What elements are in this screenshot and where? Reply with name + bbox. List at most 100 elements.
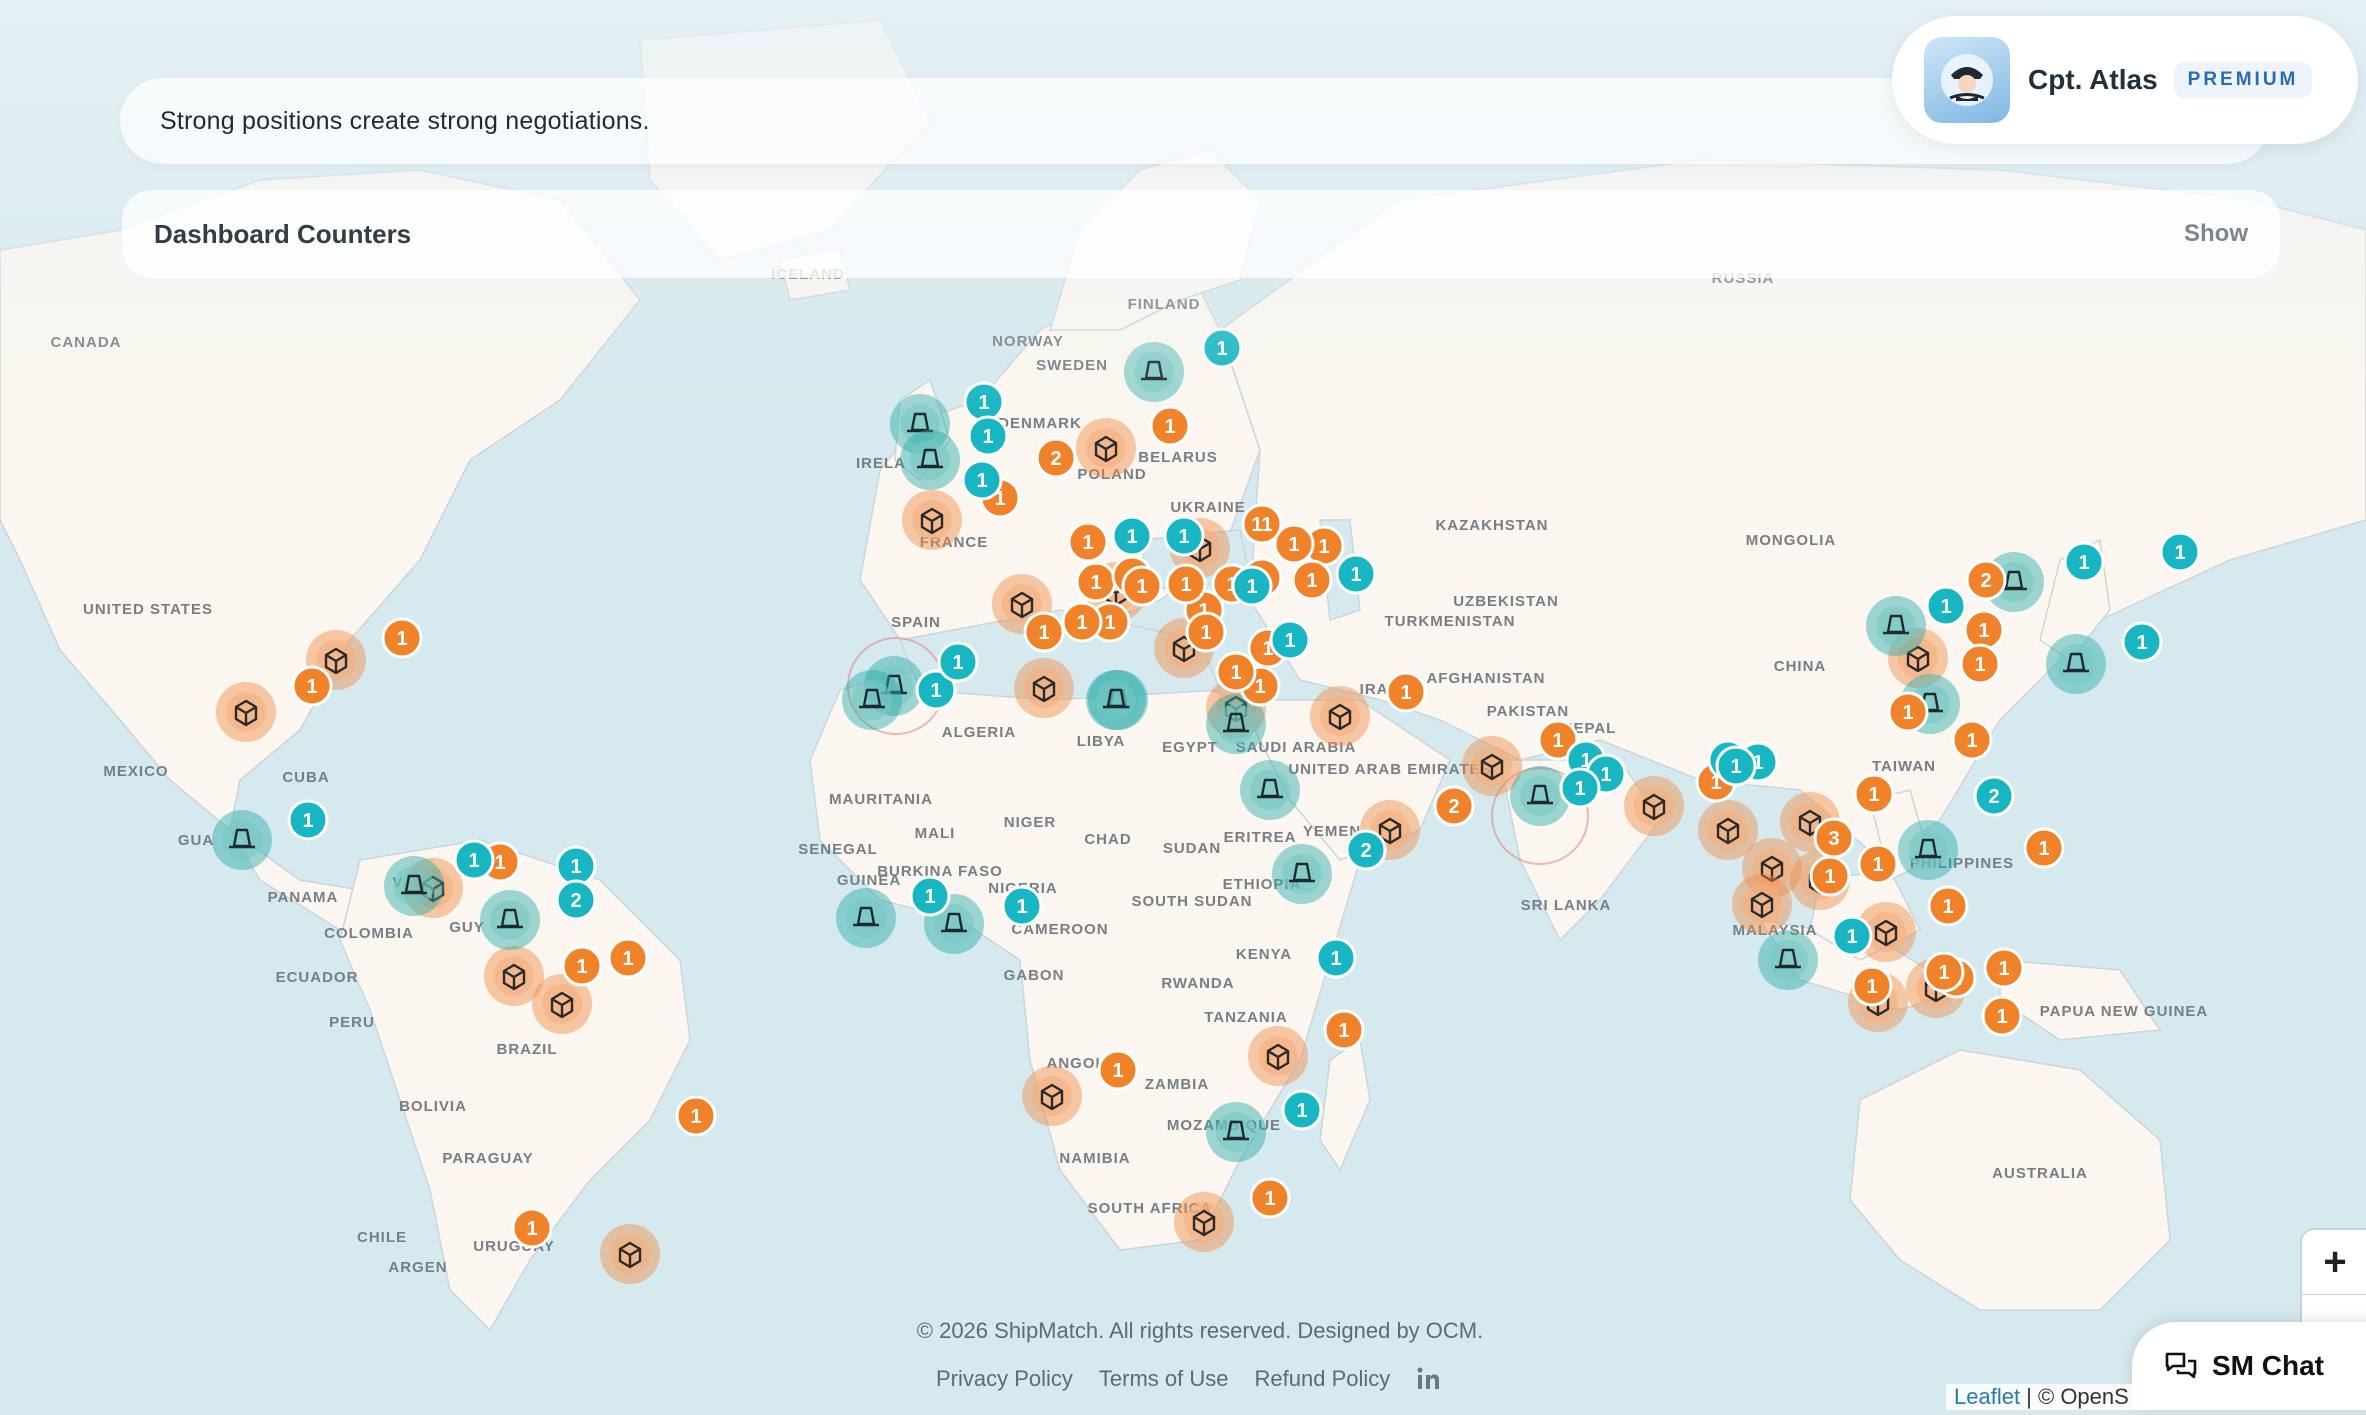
cargo-count-badge[interactable]: 1 (1249, 1177, 1291, 1219)
vessel-count-badge[interactable]: 1 (287, 799, 329, 841)
cargo-cluster-marker[interactable] (902, 490, 962, 550)
vessel-cluster-marker[interactable] (1086, 670, 1146, 730)
vessel-cluster-marker[interactable] (1240, 760, 1300, 820)
cargo-count-badge[interactable]: 1 (1851, 965, 1893, 1007)
vessel-count-badge[interactable]: 1 (1315, 937, 1357, 979)
vessel-count-badge[interactable]: 1 (1231, 565, 1273, 607)
sm-chat-button[interactable]: SM Chat (2132, 1322, 2366, 1410)
vessel-count-badge[interactable]: 1 (909, 875, 951, 917)
cargo-count-badge[interactable]: 1 (1887, 691, 1929, 733)
cargo-count-badge[interactable]: 1 (1215, 651, 1257, 693)
vessel-count-badge[interactable]: 1 (1925, 585, 1967, 627)
vessel-cluster-marker[interactable] (1510, 766, 1570, 826)
vessel-cluster-marker[interactable] (212, 810, 272, 870)
cargo-cluster-marker[interactable] (216, 682, 276, 742)
refund-policy-link[interactable]: Refund Policy (1255, 1366, 1391, 1392)
cargo-cluster-marker[interactable] (1248, 1026, 1308, 1086)
zoom-in-button[interactable]: + (2302, 1230, 2366, 1295)
vessel-count-badge[interactable]: 1 (937, 641, 979, 683)
vessel-count-badge[interactable]: 1 (1001, 885, 1043, 927)
vessel-cluster-marker[interactable] (1758, 930, 1818, 990)
vessel-count-badge[interactable]: 1 (1201, 327, 1243, 369)
vessel-count-badge[interactable]: 1 (1715, 745, 1757, 787)
cargo-count-badge[interactable]: 1 (1067, 521, 1109, 563)
cargo-count-badge[interactable]: 1 (1857, 843, 1899, 885)
vessel-cluster-marker[interactable] (842, 670, 902, 730)
cargo-count-badge[interactable]: 1 (1185, 611, 1227, 653)
vessel-cluster-marker[interactable] (1898, 820, 1958, 880)
cargo-count-badge[interactable]: 1 (381, 617, 423, 659)
vessel-count-badge[interactable]: 1 (2121, 621, 2163, 663)
vessel-count-badge[interactable]: 1 (1335, 553, 1377, 595)
user-profile-pill[interactable]: Cpt. Atlas PREMIUM (1892, 16, 2358, 144)
cargo-count-badge[interactable]: 1 (607, 937, 649, 979)
vessel-count-badge[interactable]: 1 (555, 845, 597, 887)
vessel-cluster-marker[interactable] (1272, 844, 1332, 904)
cargo-count-badge[interactable]: 1 (1853, 773, 1895, 815)
terms-of-use-link[interactable]: Terms of Use (1099, 1366, 1229, 1392)
vessel-count-badge[interactable]: 1 (1831, 915, 1873, 957)
cargo-count-badge[interactable]: 1 (291, 665, 333, 707)
vessel-count-badge[interactable]: 2 (1345, 829, 1387, 871)
vessel-cluster-marker[interactable] (1866, 596, 1926, 656)
cargo-count-badge[interactable]: 1 (1165, 563, 1207, 605)
cargo-count-badge[interactable]: 1 (1097, 1049, 1139, 1091)
dashboard-counters-panel[interactable]: Dashboard Counters Show (122, 190, 2280, 278)
cargo-count-badge[interactable]: 1 (1923, 951, 1965, 993)
vessel-count-badge[interactable]: 1 (1111, 515, 1153, 557)
cargo-count-badge[interactable]: 1 (2023, 827, 2065, 869)
cargo-cluster-marker[interactable] (1624, 776, 1684, 836)
cargo-cluster-marker[interactable] (1310, 686, 1370, 746)
cargo-count-badge[interactable]: 2 (1433, 785, 1475, 827)
cargo-count-badge[interactable]: 1 (1061, 601, 1103, 643)
vessel-cluster-marker[interactable] (2046, 634, 2106, 694)
vessel-count-badge[interactable]: 1 (453, 839, 495, 881)
vessel-cluster-marker[interactable] (480, 890, 540, 950)
cargo-count-badge[interactable]: 1 (675, 1095, 717, 1137)
cargo-cluster-marker[interactable] (1076, 418, 1136, 478)
vessel-count-badge[interactable]: 1 (967, 415, 1009, 457)
cargo-count-badge[interactable]: 1 (1291, 559, 1333, 601)
cargo-count-badge[interactable]: 1 (1323, 1009, 1365, 1051)
cargo-count-badge[interactable]: 1 (1983, 947, 2025, 989)
cargo-count-badge[interactable]: 1 (1149, 405, 1191, 447)
linkedin-icon[interactable] (1416, 1366, 1442, 1392)
cargo-count-badge[interactable]: 1 (1951, 719, 1993, 761)
cargo-count-badge[interactable]: 3 (1813, 817, 1855, 859)
vessel-count-badge[interactable]: 1 (963, 381, 1005, 423)
vessel-count-badge[interactable]: 2 (555, 879, 597, 921)
cargo-cluster-marker[interactable] (1014, 658, 1074, 718)
cargo-count-badge[interactable]: 1 (1809, 855, 1851, 897)
cargo-count-badge[interactable]: 2 (1035, 437, 1077, 479)
leaflet-link[interactable]: Leaflet (1954, 1384, 2020, 1409)
cargo-count-badge[interactable]: 2 (1965, 559, 2007, 601)
cargo-count-badge[interactable]: 1 (1121, 565, 1163, 607)
vessel-count-badge[interactable]: 1 (1559, 767, 1601, 809)
vessel-cluster-marker[interactable] (1124, 342, 1184, 402)
cargo-count-badge[interactable]: 1 (511, 1207, 553, 1249)
vessel-count-badge[interactable]: 1 (961, 459, 1003, 501)
cargo-count-badge[interactable]: 1 (1273, 523, 1315, 565)
vessel-count-badge[interactable]: 1 (2063, 541, 2105, 583)
cargo-cluster-marker[interactable] (1174, 1192, 1234, 1252)
show-counters-button[interactable]: Show (2184, 220, 2248, 248)
cargo-count-badge[interactable]: 1 (561, 945, 603, 987)
cargo-count-badge[interactable]: 1 (1959, 643, 2001, 685)
cargo-cluster-marker[interactable] (600, 1224, 660, 1284)
vessel-count-badge[interactable]: 1 (1281, 1089, 1323, 1131)
vessel-count-badge[interactable]: 2 (1973, 775, 2015, 817)
cargo-count-badge[interactable]: 1 (1963, 609, 2005, 651)
vessel-cluster-marker[interactable] (900, 430, 960, 490)
cargo-cluster-marker[interactable] (1022, 1066, 1082, 1126)
cargo-count-badge[interactable]: 1 (1385, 671, 1427, 713)
vessel-count-badge[interactable]: 1 (2159, 531, 2201, 573)
cargo-count-badge[interactable]: 1 (1981, 995, 2023, 1037)
cargo-cluster-marker[interactable] (1732, 874, 1792, 934)
vessel-count-badge[interactable]: 1 (1163, 515, 1205, 557)
cargo-count-badge[interactable]: 1 (1927, 885, 1969, 927)
cargo-count-badge[interactable]: 1 (1023, 611, 1065, 653)
vessel-cluster-marker[interactable] (1206, 1102, 1266, 1162)
vessel-count-badge[interactable]: 1 (1269, 619, 1311, 661)
cargo-count-badge[interactable]: 1 (1075, 561, 1117, 603)
vessel-cluster-marker[interactable] (836, 888, 896, 948)
